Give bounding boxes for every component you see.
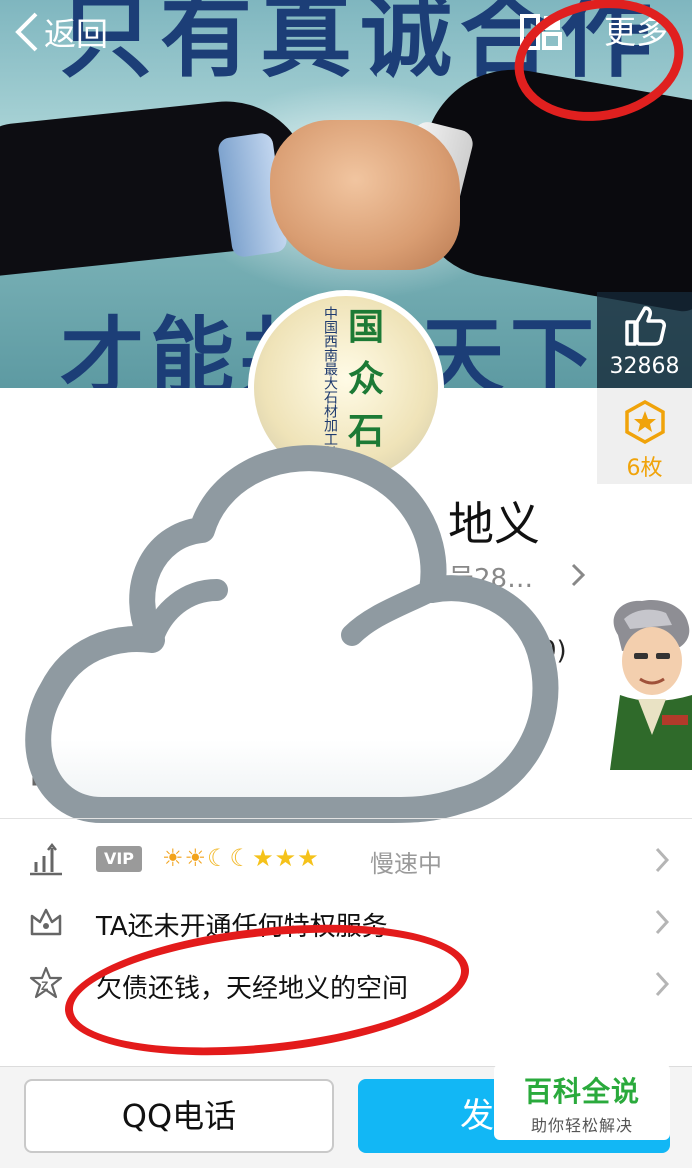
chevron-right-icon — [655, 847, 670, 873]
cloud-sticker-image — [25, 445, 559, 823]
avatar-logo-text: 国 众 石 — [346, 302, 386, 458]
thumbs-up-icon — [624, 306, 666, 346]
cover-handshake — [270, 120, 460, 270]
back-label: 返回 — [44, 15, 109, 53]
avatar-char: 众 — [347, 359, 384, 400]
chevron-left-icon — [15, 12, 38, 52]
level-speed-status: 慢速中 — [370, 850, 442, 878]
like-button[interactable]: 32868 — [597, 292, 692, 388]
section-divider — [0, 818, 692, 819]
badge-count: 6枚 — [626, 456, 663, 481]
watermark-logo: 百科全说 助你轻松解决 — [494, 1064, 670, 1140]
like-count: 32868 — [609, 354, 680, 379]
level-icons: ☀☀☾☾★★★ — [162, 844, 320, 872]
chevron-right-icon — [655, 909, 670, 935]
sun-icon: ☀ — [162, 844, 185, 872]
badge-button[interactable]: 6枚 — [597, 388, 692, 484]
star-z-icon: Z — [29, 966, 63, 999]
crown-icon — [30, 908, 62, 936]
cartoon-character-image — [610, 599, 692, 770]
star-badge-icon — [624, 399, 665, 445]
star-icon: ★ — [252, 844, 275, 872]
svg-text:Z: Z — [41, 979, 48, 993]
watermark-subtitle: 助你轻松解决 — [530, 1116, 633, 1135]
chevron-right-icon — [571, 563, 586, 587]
star-icon: ★ — [274, 844, 298, 872]
qq-call-button[interactable]: QQ电话 — [24, 1079, 334, 1153]
avatar-char: 国 — [347, 307, 384, 348]
bar-chart-icon — [30, 842, 62, 876]
chevron-right-icon — [655, 971, 670, 997]
watermark-title: 百科全说 — [523, 1075, 640, 1108]
back-button[interactable]: 返回 — [14, 6, 108, 58]
sun-icon: ☀ — [184, 844, 208, 872]
vip-tag: VIP — [96, 846, 142, 872]
moon-icon: ☾ — [229, 844, 253, 872]
level-row[interactable]: VIP ☀☀☾☾★★★ 慢速中 — [0, 830, 692, 892]
moon-icon: ☾ — [207, 844, 230, 872]
star-icon: ★ — [297, 844, 320, 872]
